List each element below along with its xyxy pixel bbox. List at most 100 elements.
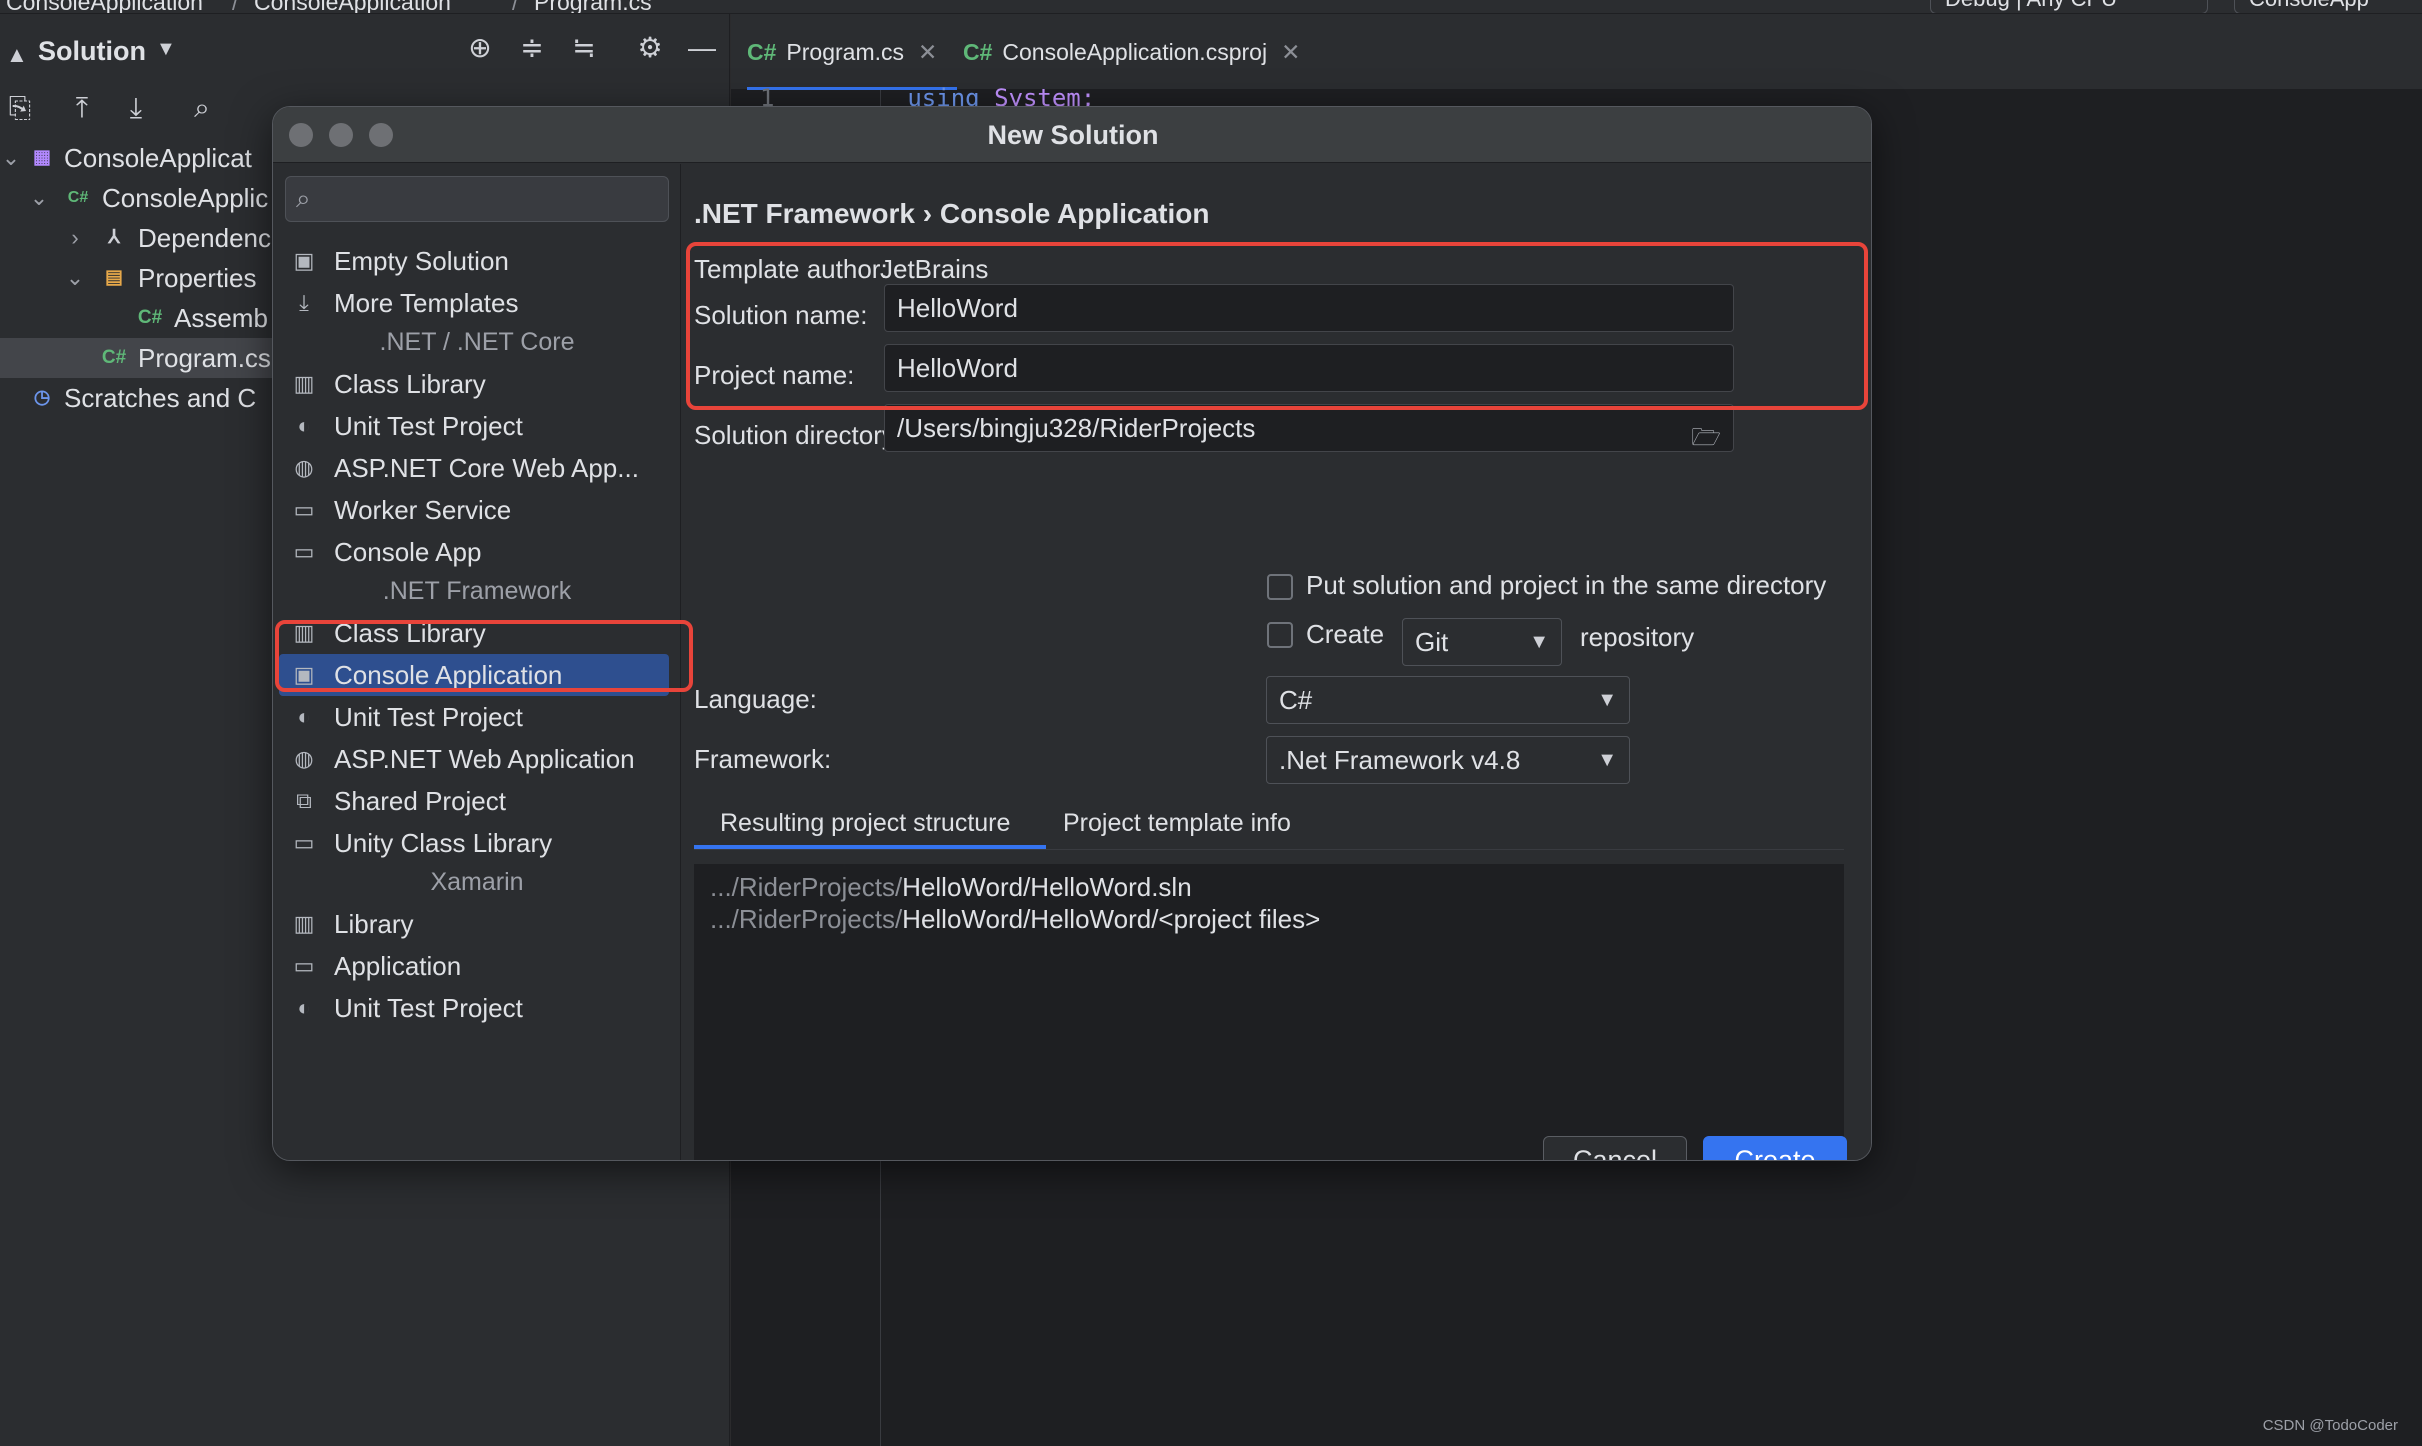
template-item[interactable]: ▭ Unity Class Library bbox=[273, 822, 681, 864]
close-icon[interactable]: ✕ bbox=[1281, 39, 1300, 65]
framework-dropdown[interactable]: .Net Framework v4.8 ▼ bbox=[1266, 736, 1630, 784]
solution-name-label: Solution name: bbox=[694, 300, 868, 330]
create-repo-label: Create bbox=[1306, 619, 1385, 649]
caret-down-icon: ▼ bbox=[1597, 749, 1617, 771]
chevron-down-icon[interactable]: ▼ bbox=[156, 38, 176, 61]
caret-down-icon: ▼ bbox=[1529, 631, 1549, 653]
window-icon: ▭ bbox=[293, 539, 315, 564]
run-target-dropdown[interactable]: ConsoleApp bbox=[2234, 0, 2422, 13]
framework-label: Framework: bbox=[694, 744, 832, 774]
template-item[interactable]: ⧉ Shared Project bbox=[273, 780, 681, 822]
collapse-all-icon[interactable]: ≒ bbox=[566, 30, 602, 66]
breadcrumb-module[interactable]: ConsoleApplication bbox=[254, 0, 451, 13]
template-list-panel: ⌕ ▣ Empty Solution ⤓ More Templates .NET / .… bbox=[273, 164, 681, 1160]
template-item-label: Class Library bbox=[334, 618, 486, 648]
solution-view-icon: ▲ bbox=[6, 42, 28, 67]
gear-icon[interactable]: ⚙ bbox=[632, 30, 668, 66]
template-group-header: .NET / .NET Core bbox=[379, 328, 575, 356]
structure-path: HelloWord/HelloWord/<project files> bbox=[902, 904, 1321, 934]
project-name-label: Project name: bbox=[694, 360, 855, 390]
library-icon: ▥ bbox=[293, 371, 315, 396]
globe-icon: ◍ bbox=[294, 455, 314, 480]
chevron-right-icon[interactable]: › bbox=[64, 218, 86, 258]
template-item[interactable]: ◍ ASP.NET Core Web App... bbox=[273, 447, 681, 489]
template-item[interactable]: ▭ Worker Service bbox=[273, 489, 681, 531]
create-button[interactable]: Create bbox=[1703, 1136, 1847, 1160]
cancel-button[interactable]: Cancel bbox=[1543, 1136, 1687, 1160]
search-icon[interactable]: ⌕ bbox=[184, 90, 220, 126]
chevron-down-icon[interactable]: ⌄ bbox=[28, 178, 50, 218]
template-search-input[interactable]: ⌕ bbox=[285, 176, 669, 222]
template-item[interactable]: ◍ ASP.NET Web Application bbox=[273, 738, 681, 780]
tree-label: Program.cs bbox=[138, 343, 271, 373]
template-item[interactable]: ▣ Console Application bbox=[279, 654, 669, 696]
template-item[interactable]: ▥ Class Library bbox=[273, 612, 681, 654]
template-item[interactable]: ⤓ More Templates bbox=[273, 282, 681, 324]
language-value: C# bbox=[1279, 685, 1313, 715]
expand-all-icon[interactable]: ≑ bbox=[514, 30, 550, 66]
structure-line: .../RiderProjects/HelloWord/HelloWord.sl… bbox=[710, 872, 1192, 903]
window-icon: ▭ bbox=[293, 497, 315, 522]
library-icon: ▥ bbox=[293, 620, 315, 645]
window-icon: ▭ bbox=[293, 953, 315, 978]
solution-directory-field[interactable]: /Users/bingju328/RiderProjects 🗁 bbox=[884, 404, 1734, 452]
tab-csproj[interactable]: C# ConsoleApplication.csproj ✕ bbox=[963, 14, 1343, 90]
dialog-title: New Solution bbox=[987, 120, 1159, 150]
tab-label: ConsoleApplication.csproj bbox=[1002, 39, 1268, 65]
breadcrumb-project[interactable]: ConsoleApplication bbox=[6, 0, 203, 13]
solution-name-field[interactable] bbox=[884, 284, 1734, 332]
template-item[interactable]: ▣ Empty Solution bbox=[273, 240, 681, 282]
tab-template-info[interactable]: Project template info bbox=[1063, 801, 1323, 849]
tab-resulting-structure[interactable]: Resulting project structure bbox=[694, 801, 1046, 849]
tab-label: Program.cs bbox=[786, 39, 904, 65]
project-panel-header: ▲ Solution ▼ ⊕ ≑ ≒ ⚙ — bbox=[0, 14, 730, 92]
solution-explorer-icon[interactable]: ⎘ bbox=[2, 90, 38, 126]
tabs-divider bbox=[694, 849, 1844, 850]
run-config-label: Debug | Any CPU bbox=[1945, 0, 2117, 11]
template-item-label: Worker Service bbox=[334, 495, 512, 525]
template-item-label: Unit Test Project bbox=[334, 702, 523, 732]
template-item[interactable]: ◐ Unit Test Project bbox=[273, 405, 681, 447]
tab-program-cs[interactable]: C# Program.cs ✕ bbox=[747, 14, 957, 90]
chevron-down-icon[interactable]: ⌄ bbox=[64, 258, 86, 298]
tab-label: Resulting project structure bbox=[720, 809, 1011, 837]
library-icon: ▥ bbox=[293, 911, 315, 936]
search-icon: ⌕ bbox=[296, 183, 311, 213]
test-icon: ◐ bbox=[297, 995, 311, 1020]
template-item[interactable]: ◐ Unit Test Project bbox=[273, 696, 681, 738]
template-item[interactable]: ▭ Application bbox=[273, 945, 681, 987]
vcs-dropdown[interactable]: Git ▼ bbox=[1402, 618, 1562, 666]
minimize-icon[interactable]: — bbox=[684, 30, 720, 66]
dialog-titlebar[interactable]: New Solution bbox=[273, 107, 1871, 163]
template-item[interactable]: ▭ Console App bbox=[273, 531, 681, 573]
template-item-label: Unit Test Project bbox=[334, 993, 523, 1023]
language-dropdown[interactable]: C# ▼ bbox=[1266, 676, 1630, 724]
solution-directory-value: /Users/bingju328/RiderProjects bbox=[897, 413, 1256, 443]
folder-open-icon[interactable]: 🗁 bbox=[1691, 415, 1721, 461]
new-solution-dialog: New Solution ⌕ ▣ Empty Solution ⤓ More Temp… bbox=[272, 106, 1872, 1161]
pin-up-icon[interactable]: ⤒ bbox=[64, 90, 100, 126]
tree-label: Dependenc bbox=[138, 223, 271, 253]
template-item-label: Shared Project bbox=[334, 786, 506, 816]
template-item-label: ASP.NET Core Web App... bbox=[334, 453, 639, 483]
pin-down-icon[interactable]: ⤓ bbox=[118, 90, 154, 126]
run-config-dropdown[interactable]: Debug | Any CPU bbox=[1930, 0, 2208, 13]
close-icon[interactable]: ✕ bbox=[918, 39, 937, 65]
template-item-label: Empty Solution bbox=[334, 246, 509, 276]
vcs-value: Git bbox=[1415, 627, 1449, 657]
project-name-field[interactable] bbox=[884, 344, 1734, 392]
same-directory-checkbox[interactable] bbox=[1267, 574, 1293, 600]
run-target-label: ConsoleApp bbox=[2249, 0, 2369, 11]
folder-icon: ▤ bbox=[105, 267, 123, 288]
locate-icon[interactable]: ⊕ bbox=[462, 30, 498, 66]
template-group-header: .NET Framework bbox=[382, 577, 572, 605]
template-item[interactable]: ◐ Unit Test Project bbox=[273, 987, 681, 1029]
create-repo-checkbox[interactable] bbox=[1267, 622, 1293, 648]
template-item[interactable]: ▥ Class Library bbox=[273, 363, 681, 405]
chevron-down-icon[interactable]: ⌄ bbox=[0, 138, 22, 178]
breadcrumb-file[interactable]: Program.cs bbox=[534, 0, 652, 13]
same-directory-label: Put solution and project in the same dir… bbox=[1306, 570, 1827, 600]
template-item[interactable]: ▥ Library bbox=[273, 903, 681, 945]
empty-solution-icon: ▣ bbox=[293, 248, 315, 273]
project-view-title[interactable]: Solution bbox=[38, 36, 146, 67]
